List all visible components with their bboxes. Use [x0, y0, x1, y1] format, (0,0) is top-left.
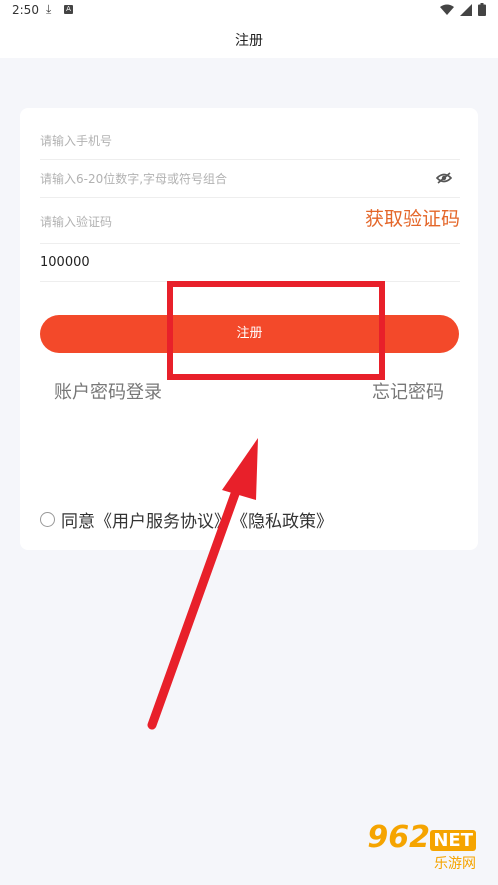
annotation-arrow — [147, 438, 258, 730]
watermark-sub: 乐游网 — [434, 856, 476, 872]
watermark-brand: 962 — [367, 820, 430, 855]
watermark-net: NET — [430, 830, 476, 851]
watermark-logo: 962 NET 乐游网 — [358, 820, 488, 877]
